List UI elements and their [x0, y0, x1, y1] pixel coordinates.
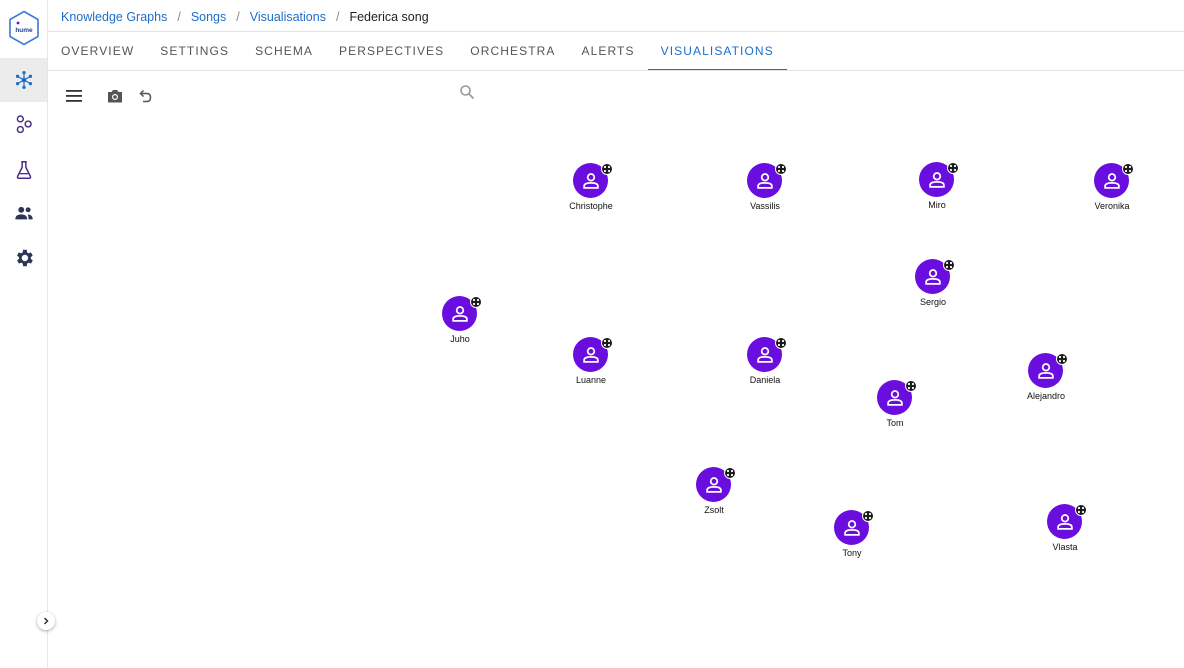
graph-node[interactable]: Sergio [893, 259, 973, 315]
person-icon [705, 476, 722, 493]
grid-dots-icon [1058, 355, 1066, 363]
graph-node[interactable]: Daniela [725, 337, 805, 393]
breadcrumb-separator: / [236, 10, 240, 24]
node-label: Miro [928, 200, 946, 210]
node-expand-badge[interactable] [775, 163, 787, 175]
sidebar-expand-button[interactable] [37, 612, 55, 630]
node-expand-badge[interactable] [601, 337, 613, 349]
node-label: Luanne [575, 375, 607, 385]
sidebar-item-knowledge-graphs[interactable] [0, 58, 47, 102]
grid-dots-icon [726, 469, 734, 477]
tab-schema[interactable]: SCHEMA [242, 32, 326, 70]
node-label: Vassilis [750, 201, 780, 211]
graph-node[interactable]: Christophe [551, 163, 631, 219]
bubbles-icon [16, 115, 32, 134]
grid-dots-icon [603, 339, 611, 347]
node-label: Zsolt [704, 505, 724, 515]
breadcrumb-songs[interactable]: Songs [191, 10, 226, 24]
node-label: Christophe [569, 201, 613, 211]
node-label: Alejandro [1026, 391, 1066, 401]
person-icon [1103, 172, 1120, 189]
breadcrumb-visualisations[interactable]: Visualisations [250, 10, 326, 24]
node-label: Sergio [919, 297, 946, 307]
person-icon [451, 305, 468, 322]
graph-node[interactable]: Vlasta [1025, 504, 1105, 560]
gear-icon [16, 249, 33, 267]
grid-dots-icon [777, 339, 785, 347]
tab-overview[interactable]: OVERVIEW [48, 32, 147, 70]
tab-visualisations[interactable]: VISUALISATIONS [647, 32, 788, 71]
node-expand-badge[interactable] [1075, 504, 1087, 516]
person-icon [756, 172, 773, 189]
node-label: Tony [842, 548, 862, 558]
tab-alerts[interactable]: ALERTS [569, 32, 648, 70]
graph-node[interactable]: Miro [897, 162, 977, 218]
graph-node[interactable]: Alejandro [1006, 353, 1086, 409]
sidebar-item-labs[interactable] [0, 148, 47, 192]
person-icon [928, 171, 945, 188]
graph-network-icon [15, 71, 32, 89]
flask-icon [16, 161, 31, 179]
grid-dots-icon [1077, 506, 1085, 514]
logo-text: hume [15, 27, 33, 34]
node-expand-badge[interactable] [1056, 353, 1068, 365]
node-expand-badge[interactable] [775, 337, 787, 349]
node-label: Vlasta [1052, 542, 1078, 552]
tab-perspectives[interactable]: PERSPECTIVES [326, 32, 457, 70]
node-expand-badge[interactable] [943, 259, 955, 271]
grid-dots-icon [777, 165, 785, 173]
graph-node[interactable]: Tom [855, 380, 935, 436]
node-expand-badge[interactable] [470, 296, 482, 308]
person-icon [924, 268, 941, 285]
node-label: Tom [886, 418, 904, 428]
tab-bar: OVERVIEW SETTINGS SCHEMA PERSPECTIVES OR… [48, 32, 788, 71]
grid-dots-icon [949, 164, 957, 172]
grid-dots-icon [603, 165, 611, 173]
person-icon [886, 389, 903, 406]
person-icon [756, 346, 773, 363]
sidebar-item-settings[interactable] [0, 236, 47, 280]
graph-node[interactable]: Vassilis [725, 163, 805, 219]
chevron-right-icon [43, 617, 49, 625]
tab-settings[interactable]: SETTINGS [147, 32, 242, 70]
breadcrumb: Knowledge Graphs / Songs / Visualisation… [61, 9, 429, 25]
people-icon [14, 206, 33, 220]
grid-dots-icon [864, 512, 872, 520]
grid-dots-icon [1124, 165, 1132, 173]
node-label: Daniela [749, 375, 781, 385]
grid-dots-icon [907, 382, 915, 390]
node-expand-badge[interactable] [905, 380, 917, 392]
tab-orchestra[interactable]: ORCHESTRA [457, 32, 568, 70]
breadcrumb-knowledge-graphs[interactable]: Knowledge Graphs [61, 10, 167, 24]
sidebar-item-ecosystem[interactable] [0, 102, 47, 146]
breadcrumb-separator: / [177, 10, 181, 24]
app-root: hume Knowledge Graphs / Songs / Visualis… [0, 0, 1184, 668]
node-label: Juho [450, 334, 470, 344]
graph-canvas[interactable]: Christophe Vassilis Miro Veronika Sergio… [48, 71, 1184, 668]
node-expand-badge[interactable] [724, 467, 736, 479]
node-expand-badge[interactable] [862, 510, 874, 522]
graph-node[interactable]: Veronika [1072, 163, 1152, 219]
breadcrumb-separator: / [335, 10, 340, 24]
node-label: Veronika [1094, 201, 1130, 211]
person-icon [582, 346, 599, 363]
graph-node[interactable]: Zsolt [674, 467, 754, 523]
node-expand-badge[interactable] [947, 162, 959, 174]
grid-dots-icon [945, 261, 953, 269]
sidebar-item-users[interactable] [0, 191, 47, 235]
sidebar: hume [0, 0, 48, 668]
person-icon [1056, 513, 1073, 530]
graph-node[interactable]: Juho [420, 296, 500, 352]
person-icon [1037, 362, 1054, 379]
breadcrumb-current: Federica song [349, 10, 429, 24]
node-expand-badge[interactable] [1122, 163, 1134, 175]
graph-node[interactable]: Tony [812, 510, 892, 566]
person-icon [582, 172, 599, 189]
hume-logo[interactable]: hume [8, 10, 40, 46]
node-expand-badge[interactable] [601, 163, 613, 175]
grid-dots-icon [472, 298, 480, 306]
graph-node[interactable]: Luanne [551, 337, 631, 393]
person-icon [843, 519, 860, 536]
